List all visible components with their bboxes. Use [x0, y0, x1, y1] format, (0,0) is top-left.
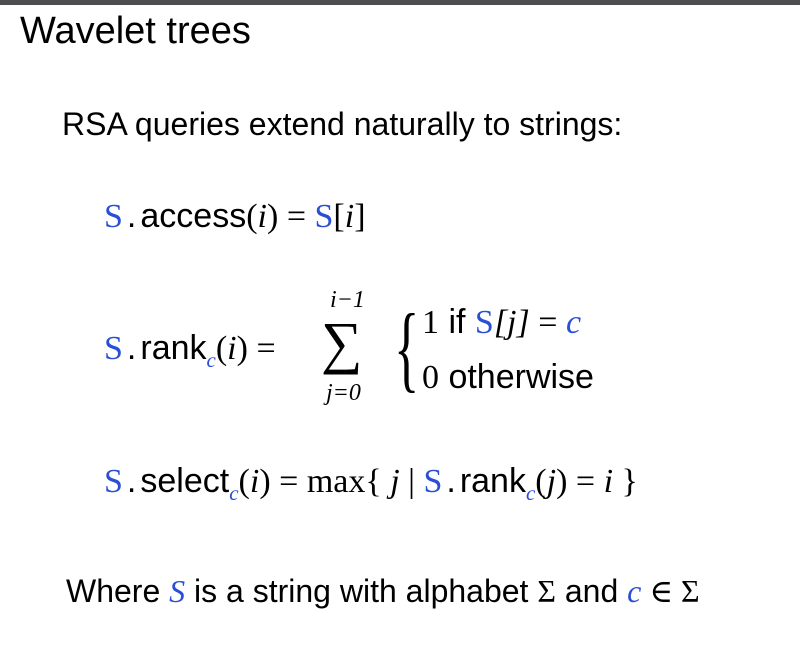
- access-rhs-index: i: [344, 198, 355, 235]
- access-open: (: [246, 198, 258, 235]
- select-inner-close: ): [556, 463, 568, 500]
- select-method: select: [140, 462, 230, 500]
- select-inner-subscript-c: c: [525, 481, 536, 505]
- access-method: access: [140, 197, 247, 235]
- access-formula: S. access(i) = S[i]: [104, 199, 366, 234]
- select-close: ): [259, 463, 271, 500]
- sum-lower-limit: j=0: [326, 380, 361, 406]
- select-close-brace: }: [613, 463, 638, 500]
- cases-brace: {: [394, 294, 420, 401]
- rank-close: ): [236, 330, 248, 367]
- case2-otherwise: otherwise: [439, 358, 594, 396]
- case1-var-s: S: [474, 304, 494, 341]
- select-inner-arg: j: [546, 463, 557, 500]
- footer-c: c: [627, 573, 642, 609]
- rank-open: (: [215, 330, 228, 367]
- case-one: 1 if S[j] = c: [422, 305, 581, 340]
- select-formula: S. selectc(i) = max{ j | S. rankc(j) = i }: [104, 462, 638, 504]
- rank-method: rank: [140, 329, 207, 367]
- footer-where: Where: [66, 573, 170, 609]
- select-inner-var-s: S: [423, 463, 443, 500]
- access-arg: i: [257, 198, 267, 235]
- footer-and: and: [555, 573, 628, 609]
- access-rhs-close: ]: [354, 198, 366, 235]
- footer-sentence: Where S is a string with alphabet Σ and …: [66, 575, 700, 607]
- select-open: (: [238, 463, 250, 500]
- footer-element-of: ∈: [641, 573, 682, 609]
- rank-subscript-c: c: [206, 348, 216, 372]
- footer-sigma-2: Σ: [681, 573, 700, 609]
- select-inner-method: rank: [459, 462, 526, 500]
- access-var-s: S: [104, 198, 123, 235]
- select-max: max{: [306, 463, 382, 500]
- access-close: ): [266, 198, 279, 235]
- intro-text: RSA queries extend naturally to strings:: [62, 106, 623, 142]
- select-equals: =: [270, 463, 307, 500]
- case1-if: if: [439, 303, 475, 341]
- select-inner-equals: =: [567, 463, 604, 500]
- rank-formula-lhs: S. rankc(i) =: [104, 329, 276, 371]
- select-dot: .: [126, 462, 137, 500]
- rank-equals: =: [247, 330, 276, 367]
- case-two: 0 otherwise: [422, 360, 594, 395]
- select-inner-i: i: [603, 463, 614, 500]
- rank-arg: i: [227, 330, 237, 367]
- select-inner-open: (: [535, 463, 547, 500]
- access-rhs-var: S: [314, 198, 334, 235]
- select-subscript-c: c: [229, 481, 239, 505]
- case1-c: c: [565, 304, 582, 341]
- case2-value: 0: [422, 359, 439, 396]
- case1-index: [j]: [493, 304, 530, 341]
- rank-dot: .: [126, 329, 137, 367]
- sum-upper-limit: i−1: [330, 287, 365, 313]
- select-bar: |: [399, 463, 424, 500]
- select-var-s: S: [104, 463, 123, 500]
- access-rhs-open: [: [333, 198, 345, 235]
- summation: i−1 ∑ j=0: [318, 288, 388, 418]
- access-equals: =: [278, 198, 315, 235]
- select-j: j: [381, 463, 400, 500]
- access-dot: .: [126, 197, 137, 235]
- top-border-bar: [0, 0, 800, 5]
- slide-title: Wavelet trees: [20, 10, 251, 52]
- rank-var-s: S: [104, 330, 123, 367]
- select-inner-dot: .: [446, 462, 456, 500]
- footer-var-s: S: [169, 573, 186, 609]
- footer-is-string: is a string with alphabet: [185, 573, 538, 609]
- case1-value: 1: [422, 304, 439, 341]
- case1-equals: =: [529, 304, 566, 341]
- sigma-symbol: ∑: [321, 310, 363, 375]
- select-arg: i: [249, 463, 260, 500]
- footer-sigma-1: Σ: [537, 573, 556, 609]
